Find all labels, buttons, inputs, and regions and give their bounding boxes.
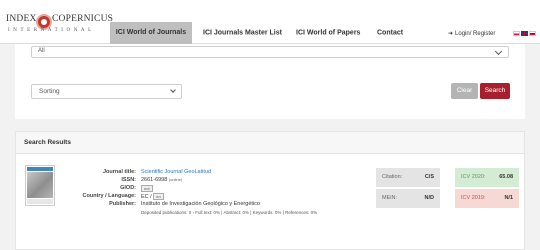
icv-2019-label: ICV 2019: bbox=[461, 195, 486, 201]
publisher-label: Publisher: bbox=[109, 201, 136, 207]
citation-metric: Citation: C/S bbox=[376, 168, 440, 187]
nav-tab-world-of-papers[interactable]: ICI World of Papers bbox=[296, 30, 360, 37]
icv-2020-value: 65.08 bbox=[499, 174, 513, 180]
category-select[interactable]: All bbox=[31, 46, 509, 58]
icv-2019-value: N/1 bbox=[504, 195, 513, 201]
mein-value: N/D bbox=[424, 195, 434, 201]
pl-flag-icon[interactable] bbox=[513, 31, 520, 36]
search-results-header: Search Results bbox=[16, 132, 524, 154]
ru-flag-icon[interactable] bbox=[529, 31, 536, 36]
clear-button[interactable]: Clear bbox=[451, 83, 478, 99]
top-navbar: INDEX COPERNICUS INTERNATIONAL ICI World… bbox=[0, 0, 540, 44]
publisher-value: Instituto de Investigación Geológico y E… bbox=[141, 201, 260, 207]
icv-2020-label: ICV 2020: bbox=[461, 174, 486, 180]
giod-value: not bbox=[141, 185, 153, 192]
mein-metric: MEiN: N/D bbox=[376, 189, 440, 208]
filter-panel: All Sorting Clear Search bbox=[15, 44, 525, 119]
country-code: EC / bbox=[141, 194, 152, 200]
giod-label: GIOD: bbox=[120, 185, 136, 191]
chevron-down-icon bbox=[170, 87, 176, 93]
login-register-link[interactable]: ➜ Login/ Register bbox=[448, 30, 495, 37]
logo-word-copernicus: COPERNICUS bbox=[52, 14, 114, 24]
nav-tab-world-of-journals[interactable]: ICI World of Journals bbox=[110, 22, 192, 44]
index-copernicus-logo[interactable]: INDEX COPERNICUS INTERNATIONAL bbox=[6, 7, 113, 39]
nav-tab-contact[interactable]: Contact bbox=[377, 30, 403, 37]
login-label: Login/ Register bbox=[455, 31, 496, 37]
issn-note: (online) bbox=[168, 177, 183, 182]
nav-tab-label: ICI World of Journals bbox=[115, 29, 187, 36]
issn-value: 2661-6998 (online) bbox=[141, 177, 182, 183]
icv-2020-metric: ICV 2020: 65.08 bbox=[455, 168, 519, 187]
journal-title-label: Journal title: bbox=[102, 169, 136, 175]
icv-2019-metric: ICV 2019: N/1 bbox=[455, 189, 519, 208]
issn-number: 2661-6998 bbox=[141, 177, 168, 183]
chevron-down-icon bbox=[494, 47, 503, 56]
gb-flag-icon[interactable] bbox=[521, 31, 528, 36]
logo-subtitle: INTERNATIONAL bbox=[8, 28, 95, 33]
sorting-select-value: Sorting bbox=[39, 88, 60, 95]
logo-word-index: INDEX bbox=[6, 14, 37, 24]
search-button[interactable]: Search bbox=[480, 83, 510, 99]
category-select-value: All bbox=[38, 48, 45, 54]
country-language-value: EC / en bbox=[141, 193, 164, 200]
sign-in-icon: ➜ bbox=[448, 31, 454, 37]
issn-label: ISSN: bbox=[121, 177, 136, 183]
nav-tab-journals-master-list[interactable]: ICI Journals Master List bbox=[203, 30, 282, 37]
language-flags bbox=[513, 31, 537, 37]
citation-label: Citation: bbox=[382, 174, 403, 180]
language-tag: en bbox=[153, 193, 164, 200]
search-results-panel: Search Results Journal title: Scientific… bbox=[15, 131, 525, 250]
sorting-select[interactable]: Sorting bbox=[31, 84, 182, 99]
search-results-title: Search Results bbox=[24, 139, 71, 146]
mein-label: MEiN: bbox=[382, 195, 397, 201]
country-language-label: Country / Language: bbox=[82, 193, 136, 199]
citation-value: C/S bbox=[424, 174, 434, 180]
deposited-publications-stats: Deposited publications: 0 › Full text: 0… bbox=[141, 210, 318, 215]
giod-tag: not bbox=[141, 185, 153, 192]
journal-title-link[interactable]: Scientific Journal GeoLatitud bbox=[141, 169, 211, 175]
